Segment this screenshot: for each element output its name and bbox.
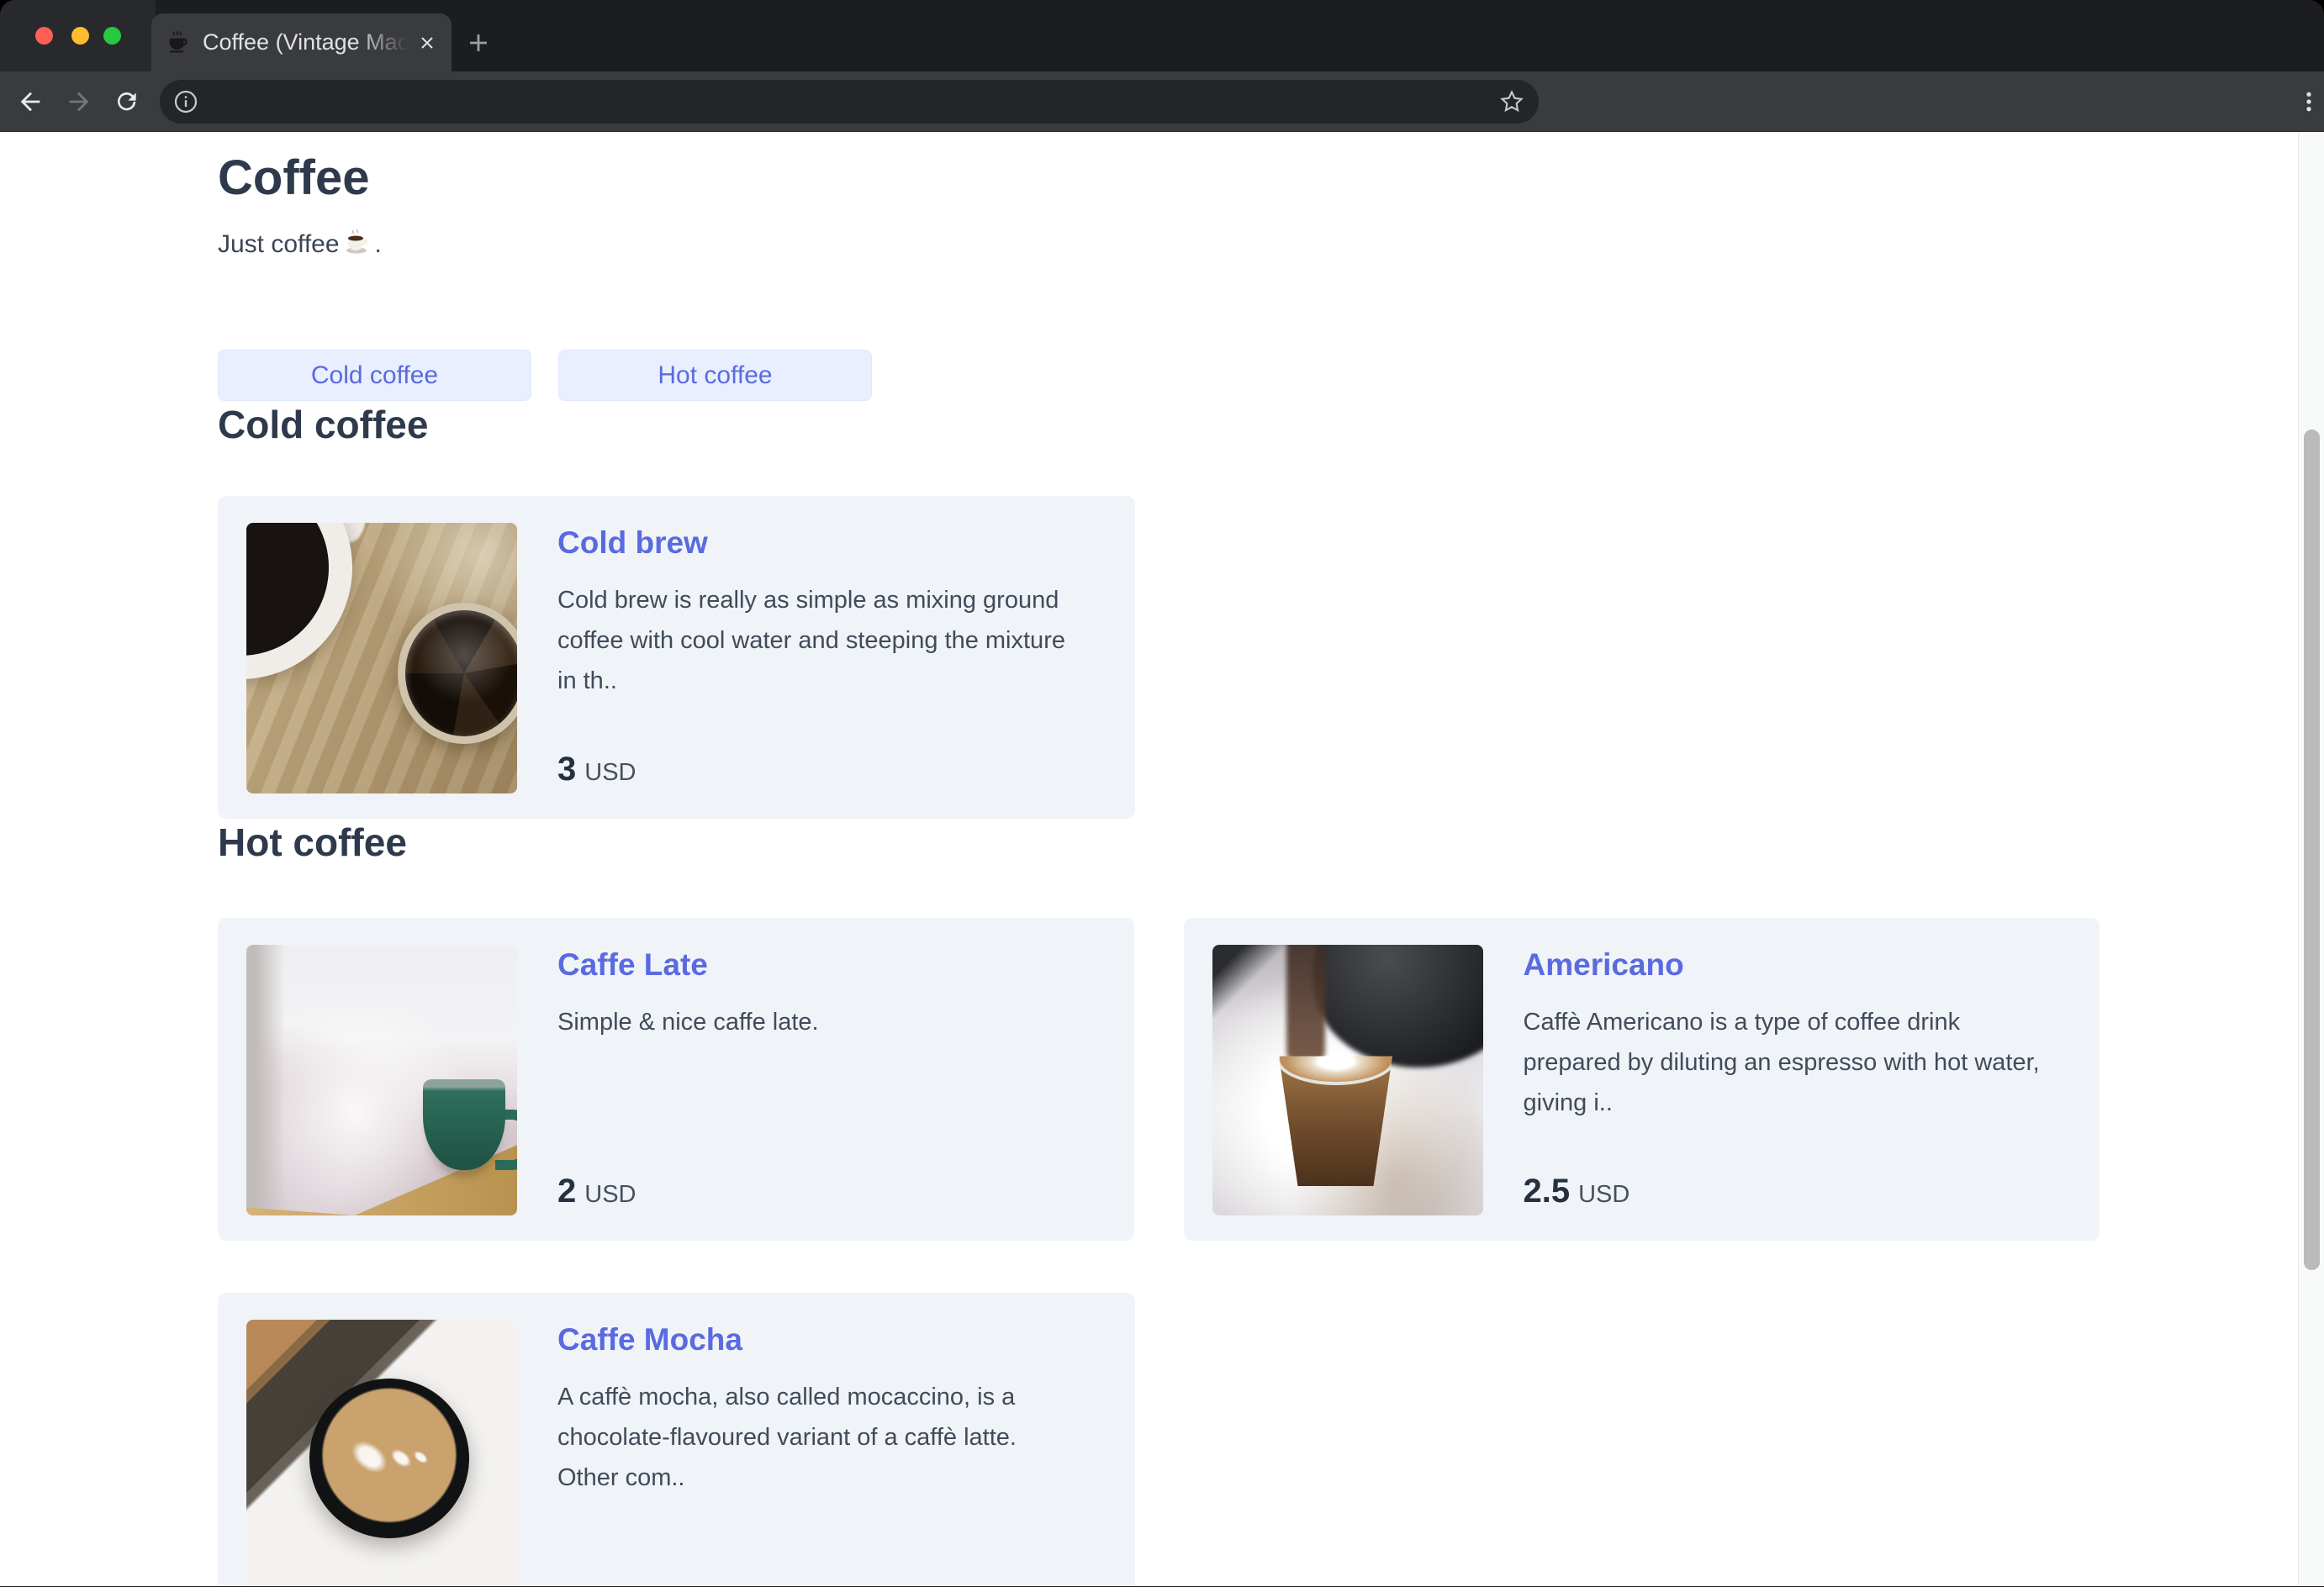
price-row: 2.5 USD [1524, 1173, 2072, 1210]
section-heading-hot-coffee: Hot coffee [218, 820, 407, 864]
section-heading-cold-coffee: Cold coffee [218, 403, 429, 446]
cold-brew-photo [246, 523, 517, 794]
menu-dots-icon[interactable] [2294, 87, 2324, 117]
caffe-mocha-photo [246, 1320, 517, 1586]
price-value: 3 [557, 751, 577, 788]
browser-tab[interactable]: Coffee (Vintage Machine) - Eas [151, 13, 452, 71]
bookmark-star-icon[interactable] [1498, 88, 1525, 115]
caffe-late-photo [246, 945, 517, 1215]
price-currency: USD [584, 1181, 636, 1208]
product-card-caffe-late: Caffe Late Simple & nice caffe late. 2 U… [218, 918, 1134, 1241]
url-bar[interactable] [160, 80, 1539, 124]
page-viewport: Coffee Just coffee . Cold coffee Hot cof [0, 132, 2324, 1586]
blurred-bottle-art [1286, 945, 1325, 1061]
cold-coffee-filter-button[interactable]: Cold coffee [218, 350, 531, 401]
price-row: 3 USD [557, 751, 1107, 788]
card-body: Caffe Late Simple & nice caffe late. 2 U… [557, 945, 1106, 1214]
price-value: 2 [557, 1173, 577, 1210]
minimize-window-button[interactable] [71, 27, 89, 45]
hot-coffee-cards-row-2: Caffe Mocha A caffè mocha, also called m… [218, 1293, 2100, 1586]
tab-close-icon[interactable] [415, 30, 440, 55]
latte-art [324, 1393, 455, 1524]
tab-title: Coffee (Vintage Machine) - Eas [203, 29, 415, 55]
forward-arrow-icon[interactable] [64, 87, 94, 117]
card-body: Americano Caffè Americano is a type of c… [1524, 945, 2072, 1214]
price-row: 2 USD [557, 1173, 1106, 1210]
product-description: Caffè Americano is a type of coffee drin… [1523, 1009, 2040, 1116]
hot-coffee-cards-row: Caffe Late Simple & nice caffe late. 2 U… [218, 918, 2100, 1241]
subtitle-period: . [374, 229, 382, 258]
product-description: Cold brew is really as simple as mixing … [557, 587, 1065, 694]
card-body: Caffe Mocha A caffè mocha, also called m… [557, 1320, 1107, 1586]
zoom-window-button[interactable] [103, 27, 121, 45]
product-card-americano: Americano Caffè Americano is a type of c… [1183, 918, 2100, 1241]
product-title-link[interactable]: Americano [1524, 946, 2072, 983]
close-window-button[interactable] [35, 27, 53, 45]
product-description: A caffè mocha, also called mocaccino, is… [557, 1384, 1017, 1491]
product-title-link[interactable]: Cold brew [557, 525, 1107, 562]
price-currency: USD [1578, 1181, 1630, 1208]
hot-coffee-filter-button[interactable]: Hot coffee [558, 350, 872, 401]
page-title: Coffee [218, 150, 370, 205]
category-filters: Cold coffee Hot coffee [218, 350, 2100, 401]
card-body: Cold brew Cold brew is really as simple … [557, 523, 1107, 792]
product-card-cold-brew: Cold brew Cold brew is really as simple … [218, 496, 1135, 819]
product-title-link[interactable]: Caffe Late [557, 946, 1106, 983]
cold-coffee-cards-row: Cold brew Cold brew is really as simple … [218, 496, 2100, 819]
price-currency: USD [584, 759, 636, 786]
site-info-icon[interactable] [172, 88, 199, 115]
reload-icon[interactable] [112, 87, 142, 117]
product-description: Simple & nice caffe late. [557, 1009, 819, 1036]
price-value: 2.5 [1523, 1173, 1571, 1210]
americano-photo [1212, 945, 1483, 1215]
hot-beverage-emoji-icon [343, 228, 372, 264]
coffee-cup-favicon-icon [165, 29, 192, 56]
scrollbar-thumb[interactable] [2304, 430, 2320, 1270]
product-title-link[interactable]: Caffe Mocha [557, 1321, 1107, 1358]
page-subtitle: Just coffee . [218, 226, 2100, 262]
browser-window: Coffee (Vintage Machine) - Eas [0, 0, 2324, 1587]
tab-strip: Coffee (Vintage Machine) - Eas [0, 0, 2324, 71]
product-card-caffe-mocha: Caffe Mocha A caffè mocha, also called m… [218, 1293, 1135, 1586]
mug-handle-art [495, 1110, 517, 1170]
scrollbar-track[interactable] [2298, 132, 2324, 1586]
back-arrow-icon[interactable] [15, 87, 45, 117]
coffee-page: Coffee Just coffee . Cold coffee Hot cof [218, 149, 2100, 1586]
subtitle-text: Just coffee [218, 229, 340, 258]
new-tab-button[interactable] [462, 27, 494, 59]
window-controls [0, 0, 156, 71]
browser-toolbar [0, 71, 2324, 132]
